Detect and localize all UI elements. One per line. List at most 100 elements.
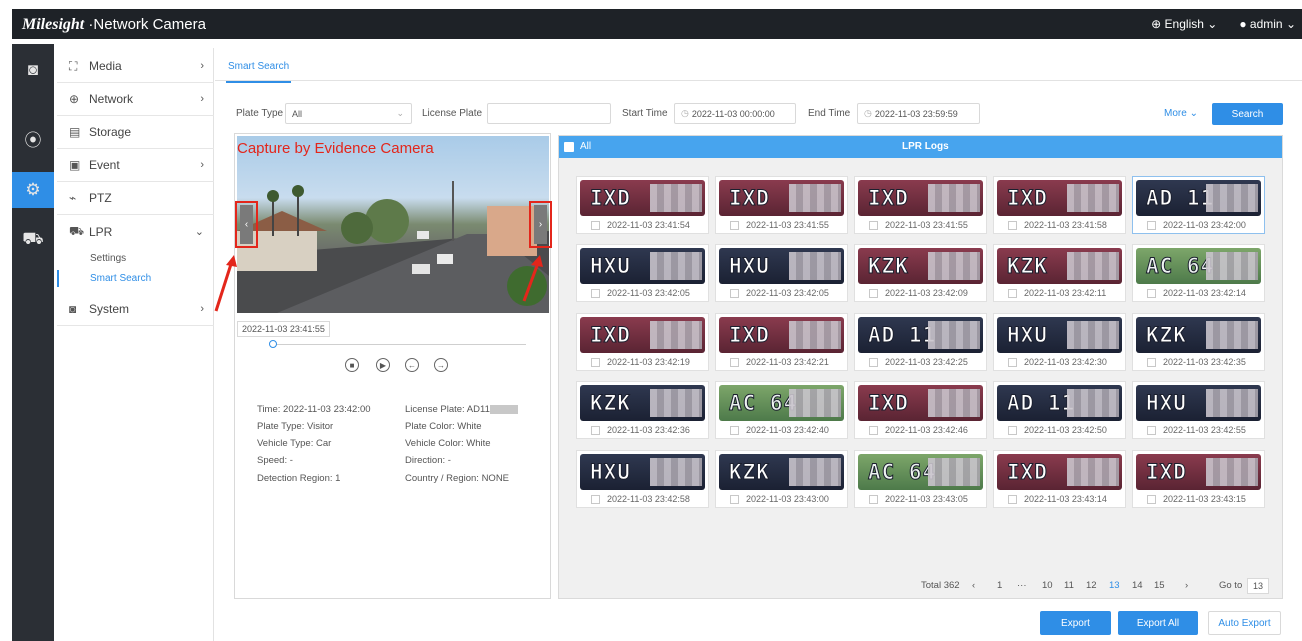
log-checkbox[interactable] [591, 495, 600, 504]
log-checkbox[interactable] [1147, 495, 1156, 504]
log-checkbox[interactable] [1008, 495, 1017, 504]
log-checkbox[interactable] [730, 289, 739, 298]
lpr-log-card[interactable]: IXD 2022-11-03 23:43:15 [1132, 450, 1265, 508]
timeline-knob[interactable] [269, 340, 277, 348]
lpr-log-card[interactable]: KZK 2022-11-03 23:42:36 [576, 381, 709, 439]
more-filters-toggle[interactable]: More ⌄ [1164, 108, 1198, 119]
lpr-log-card[interactable]: KZK 2022-11-03 23:42:09 [854, 244, 987, 302]
pagination-page[interactable]: 10 [1042, 580, 1053, 591]
pagination-page[interactable]: ··· [1017, 580, 1027, 591]
lpr-log-card[interactable]: IXD 2022-11-03 23:41:58 [993, 176, 1126, 234]
log-checkbox[interactable] [591, 426, 600, 435]
log-checkbox[interactable] [869, 289, 878, 298]
pagination-page[interactable]: 12 [1086, 580, 1097, 591]
playback-timeline[interactable] [269, 340, 526, 348]
top-bar: Milesight ·Network Camera ⊕ English ⌄ ● … [12, 9, 1302, 39]
pagination-page[interactable]: 14 [1132, 580, 1143, 591]
lpr-log-card[interactable]: KZK 2022-11-03 23:42:11 [993, 244, 1126, 302]
lpr-log-card[interactable]: AD 11 2022-11-03 23:42:50 [993, 381, 1126, 439]
sidebar-subitem-smart-search[interactable]: Smart Search [57, 270, 214, 287]
log-checkbox[interactable] [591, 289, 600, 298]
playback-icon[interactable]: ⦿ [12, 120, 54, 156]
pagination-next[interactable]: › [1185, 580, 1188, 591]
next-frame-icon[interactable]: → [434, 358, 448, 372]
lpr-log-card[interactable]: HXU 2022-11-03 23:42:30 [993, 313, 1126, 371]
start-time-field[interactable]: ◷ 2022-11-03 00:00:00 [674, 103, 796, 124]
log-checkbox[interactable] [730, 495, 739, 504]
log-checkbox[interactable] [591, 221, 600, 230]
log-checkbox[interactable] [1008, 426, 1017, 435]
language-selector[interactable]: ⊕ English ⌄ [1151, 17, 1217, 31]
log-checkbox[interactable] [730, 358, 739, 367]
sidebar-subitem-settings[interactable]: Settings [57, 250, 214, 267]
lpr-log-card[interactable]: IXD 2022-11-03 23:41:55 [854, 176, 987, 234]
lpr-log-card[interactable]: AC 64 2022-11-03 23:42:40 [715, 381, 848, 439]
live-view-icon[interactable]: ◙ [12, 52, 54, 88]
lpr-log-card[interactable]: IXD 2022-11-03 23:42:19 [576, 313, 709, 371]
log-checkbox[interactable] [1008, 289, 1017, 298]
log-checkbox[interactable] [869, 221, 878, 230]
log-checkbox[interactable] [1008, 221, 1017, 230]
plate-type-select[interactable]: All ⌄ [285, 103, 412, 124]
log-checkbox[interactable] [730, 221, 739, 230]
lpr-log-card[interactable]: AC 64 2022-11-03 23:42:14 [1132, 244, 1265, 302]
lpr-log-card[interactable]: HXU 2022-11-03 23:42:05 [576, 244, 709, 302]
log-checkbox[interactable] [1147, 358, 1156, 367]
lpr-log-card[interactable]: IXD 2022-11-03 23:43:14 [993, 450, 1126, 508]
license-plate-input[interactable] [487, 103, 611, 124]
lpr-log-card[interactable]: IXD 2022-11-03 23:41:55 [715, 176, 848, 234]
goto-page-input[interactable]: 13 [1247, 578, 1269, 594]
log-checkbox[interactable] [1147, 426, 1156, 435]
log-checkbox[interactable] [1008, 358, 1017, 367]
settings-icon[interactable]: ⚙ [12, 172, 54, 208]
lpr-log-card[interactable]: AD 11 2022-11-03 23:42:00 [1132, 176, 1265, 234]
pagination-page[interactable]: 11 [1064, 580, 1074, 591]
log-checkbox[interactable] [869, 495, 878, 504]
sidebar-item-lpr[interactable]: ⛟ LPR ⌄ [57, 215, 214, 248]
sidebar-item-event[interactable]: ▣ Event › [57, 149, 214, 182]
log-checkbox[interactable] [1147, 289, 1156, 298]
lpr-log-card[interactable]: IXD 2022-11-03 23:42:46 [854, 381, 987, 439]
play-icon[interactable]: ▶ [376, 358, 390, 372]
log-checkbox[interactable] [869, 358, 878, 367]
next-image-highlight[interactable]: › [529, 201, 552, 248]
pagination-page[interactable]: 1 [997, 580, 1002, 591]
pagination-prev[interactable]: ‹ [972, 580, 975, 591]
prev-image-highlight[interactable]: ‹ [235, 201, 258, 248]
sidebar-item-system[interactable]: ◙ System › [57, 293, 214, 326]
log-checkbox[interactable] [730, 426, 739, 435]
pagination-page[interactable]: 15 [1154, 580, 1165, 591]
export-button[interactable]: Export [1040, 611, 1111, 635]
prev-image-button[interactable]: ‹ [240, 205, 253, 244]
lpr-log-card[interactable]: AC 64 2022-11-03 23:43:05 [854, 450, 987, 508]
sidebar-item-storage[interactable]: ▤ Storage [57, 116, 214, 149]
tab-smart-search[interactable]: Smart Search [225, 61, 292, 83]
lpr-log-card[interactable]: AD 11 2022-11-03 23:42:25 [854, 313, 987, 371]
select-all-checkbox[interactable] [564, 142, 574, 152]
log-timestamp: 2022-11-03 23:42:05 [746, 288, 829, 298]
sidebar-item-media[interactable]: ⛶ Media › [57, 50, 214, 83]
log-timestamp: 2022-11-03 23:43:14 [1024, 494, 1107, 504]
lpr-log-card[interactable]: HXU 2022-11-03 23:42:05 [715, 244, 848, 302]
log-checkbox[interactable] [1147, 221, 1156, 230]
log-checkbox[interactable] [869, 426, 878, 435]
stop-icon[interactable]: ■ [345, 358, 359, 372]
lpr-log-card[interactable]: KZK 2022-11-03 23:43:00 [715, 450, 848, 508]
lpr-log-card[interactable]: HXU 2022-11-03 23:42:58 [576, 450, 709, 508]
export-all-button[interactable]: Export All [1118, 611, 1198, 635]
auto-export-button[interactable]: Auto Export [1208, 611, 1281, 635]
vehicle-icon[interactable]: ⛟ [12, 222, 54, 258]
pagination-page[interactable]: 13 [1109, 580, 1120, 591]
lpr-log-card[interactable]: IXD 2022-11-03 23:42:21 [715, 313, 848, 371]
sidebar-item-network[interactable]: ⊕ Network › [57, 83, 214, 116]
sidebar-item-ptz[interactable]: ⌁ PTZ [57, 182, 214, 215]
log-checkbox[interactable] [591, 358, 600, 367]
end-time-field[interactable]: ◷ 2022-11-03 23:59:59 [857, 103, 980, 124]
lpr-log-card[interactable]: IXD 2022-11-03 23:41:54 [576, 176, 709, 234]
lpr-log-card[interactable]: HXU 2022-11-03 23:42:55 [1132, 381, 1265, 439]
lpr-log-card[interactable]: KZK 2022-11-03 23:42:35 [1132, 313, 1265, 371]
user-menu[interactable]: ● admin ⌄ [1239, 17, 1296, 31]
previous-frame-icon[interactable]: ← [405, 358, 419, 372]
search-button[interactable]: Search [1212, 103, 1283, 125]
next-image-button[interactable]: › [534, 205, 547, 244]
